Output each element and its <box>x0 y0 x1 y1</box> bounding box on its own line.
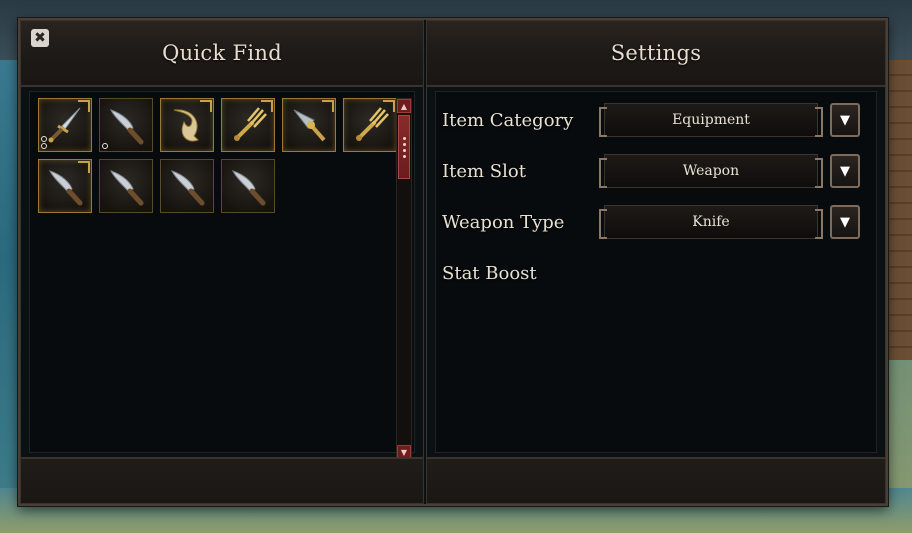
item-category-dropdown-button[interactable]: ▼ <box>830 103 860 137</box>
rarity-corner-icon <box>261 100 273 112</box>
item-knife-red[interactable] <box>99 159 153 213</box>
settings-bottombar <box>427 457 885 503</box>
rarity-corner-icon <box>383 100 395 112</box>
item-slot-dropdown[interactable]: Weapon <box>599 154 823 188</box>
quick-find-title: Quick Find <box>162 41 282 65</box>
rune-slot-icon <box>41 136 47 142</box>
item-spearhead[interactable] <box>282 98 336 152</box>
item-scrollbar[interactable]: ▲ ▼ <box>396 98 412 460</box>
item-fork-2[interactable] <box>343 98 397 152</box>
setting-row-weapon-type: Weapon Type Knife ▼ <box>442 202 870 242</box>
close-button[interactable]: ✖ <box>31 29 49 47</box>
chevron-down-icon: ▼ <box>840 112 850 128</box>
setting-row-item-slot: Item Slot Weapon ▼ <box>442 151 870 191</box>
settings-panel: Settings Item Category Equipment ▼ Item … <box>426 20 886 504</box>
item-list-area: ▲ ▼ <box>29 91 415 460</box>
weapon-type-label: Weapon Type <box>442 211 565 233</box>
item-knife-1[interactable] <box>99 98 153 152</box>
item-knife-4[interactable] <box>221 159 275 213</box>
rarity-corner-icon <box>78 100 90 112</box>
settings-title: Settings <box>610 41 702 65</box>
item-category-label: Item Category <box>442 109 574 131</box>
setting-row-stat-boost: Stat Boost <box>442 253 870 293</box>
rune-slot-icon <box>102 143 108 149</box>
scroll-thumb[interactable] <box>398 115 410 179</box>
quick-find-titlebar: Quick Find <box>21 21 423 87</box>
rarity-corner-icon <box>322 100 334 112</box>
settings-content: Item Category Equipment ▼ Item Slot Weap… <box>435 91 877 453</box>
chevron-down-icon: ▼ <box>840 214 850 230</box>
item-grid <box>38 98 400 213</box>
rarity-corner-icon <box>200 100 212 112</box>
item-knife-3[interactable] <box>160 159 214 213</box>
rune-slots-indicator <box>102 142 108 149</box>
item-dagger-1[interactable] <box>38 98 92 152</box>
quick-find-bottombar <box>21 457 423 503</box>
quick-find-panel: ✖ Quick Find ▲ ▼ <box>20 20 424 504</box>
item-category-dropdown[interactable]: Equipment <box>599 103 823 137</box>
weapon-type-dropdown[interactable]: Knife <box>599 205 823 239</box>
weapon-type-dropdown-button[interactable]: ▼ <box>830 205 860 239</box>
item-slot-dropdown-button[interactable]: ▼ <box>830 154 860 188</box>
chevron-down-icon: ▼ <box>840 163 850 179</box>
rune-slots-indicator <box>41 135 47 149</box>
item-knife-2[interactable] <box>38 159 92 213</box>
stat-boost-label: Stat Boost <box>442 262 537 284</box>
quick-find-window: ✖ Quick Find ▲ ▼ Settings Item Category … <box>18 18 888 506</box>
item-fork-1[interactable] <box>221 98 275 152</box>
item-slot-label: Item Slot <box>442 160 526 182</box>
rune-slot-icon <box>41 143 47 149</box>
rarity-corner-icon <box>78 161 90 173</box>
scroll-up-button[interactable]: ▲ <box>397 99 411 113</box>
settings-titlebar: Settings <box>427 21 885 87</box>
item-sickle[interactable] <box>160 98 214 152</box>
setting-row-item-category: Item Category Equipment ▼ <box>442 100 870 140</box>
